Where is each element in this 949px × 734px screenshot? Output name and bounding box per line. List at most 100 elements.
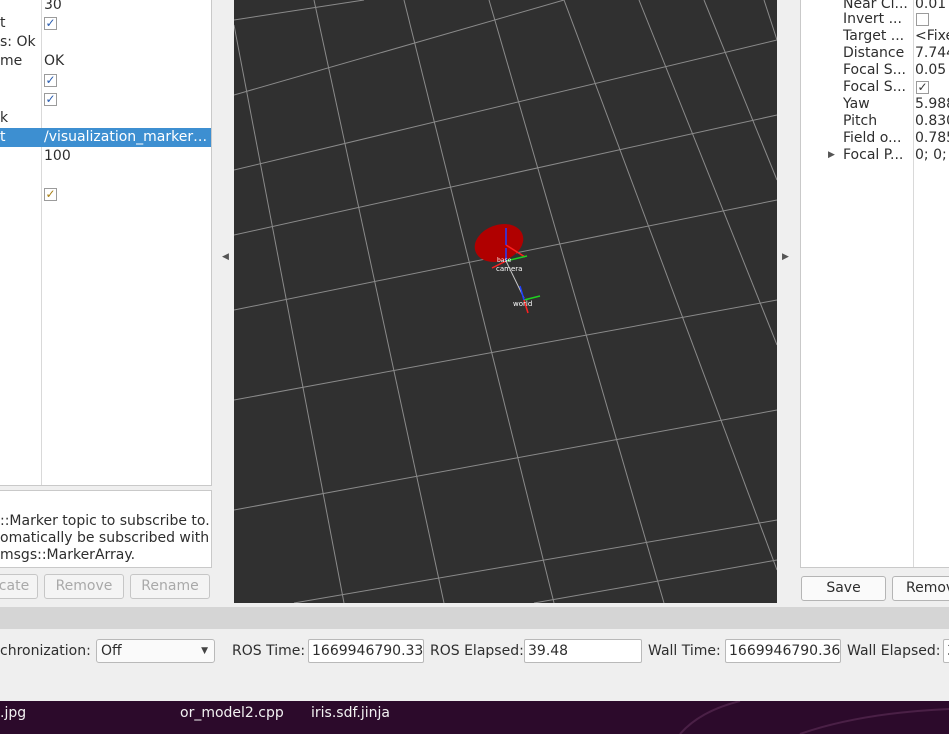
desktop-background: .jpg or_model2.cpp iris.sdf.jinja xyxy=(0,701,949,734)
property-key: Invert ... xyxy=(843,11,902,27)
view-property-row[interactable]: Distance 7.744 xyxy=(801,45,949,62)
property-key: Pitch xyxy=(843,113,878,129)
display-tree-row[interactable]: 100 xyxy=(0,147,211,166)
display-row-value[interactable]: 30 xyxy=(44,0,62,15)
display-checkbox[interactable]: ✓ xyxy=(44,74,57,87)
view-property-row[interactable]: ▶ Focal P... 0; 0; 0 xyxy=(801,147,949,164)
display-tree-row[interactable] xyxy=(0,166,211,185)
display-checkbox[interactable]: ✓ xyxy=(44,93,57,106)
view-properties: Near Cl...0.01Invert ...Target ...<FixeD… xyxy=(800,0,949,568)
property-checkbox[interactable] xyxy=(916,13,929,26)
view-property-row[interactable]: Focal S... 0.05 xyxy=(801,62,949,79)
display-row-value[interactable]: /visualization_marker… xyxy=(44,128,207,147)
display-tree-row[interactable]: k xyxy=(0,109,211,128)
view-property-row[interactable]: Pitch 0.830 xyxy=(801,113,949,130)
display-tree-row[interactable]: 30 xyxy=(0,0,211,15)
display-row-key: t xyxy=(0,129,6,145)
wall-time-field[interactable]: 1669946790.36 xyxy=(725,639,841,663)
frame-label-camera: camera xyxy=(496,265,522,273)
description-line: ::Marker topic to subscribe to. xyxy=(0,513,210,529)
duplicate-button[interactable]: cate xyxy=(0,574,38,599)
display-row-key: me xyxy=(0,53,23,69)
grid-line xyxy=(234,24,345,603)
display-row-key: s: Ok xyxy=(0,34,36,50)
property-value[interactable]: 0; 0; 0 xyxy=(915,147,949,164)
display-tree-row[interactable]: s: Ok xyxy=(0,33,211,52)
view-property-row[interactable]: Target ... <Fixe xyxy=(801,28,949,45)
remove-display-button[interactable]: Remove xyxy=(44,574,124,599)
display-tree-row[interactable]: t ✓ xyxy=(0,14,211,33)
ros-time-field[interactable]: 1669946790.33 xyxy=(308,639,424,663)
display-row-value[interactable]: 100 xyxy=(44,147,71,166)
collapse-left-icon[interactable]: ◀ xyxy=(222,252,229,262)
grid-line xyxy=(234,299,777,401)
display-tree-row[interactable]: ✓ xyxy=(0,71,211,90)
bottom-splitter[interactable] xyxy=(0,607,949,629)
property-key: Focal P... xyxy=(843,147,904,163)
property-key: Target ... xyxy=(843,28,905,44)
display-tree-row[interactable]: me OK xyxy=(0,52,211,71)
wall-elapsed-label: Wall Elapsed: xyxy=(847,643,941,659)
scene-canvas[interactable]: base camera world xyxy=(234,0,777,603)
property-value[interactable]: 0.830 xyxy=(915,113,949,130)
save-view-button[interactable]: Save xyxy=(801,576,886,601)
remove-view-button[interactable]: Remov xyxy=(892,576,949,601)
collapse-right-icon[interactable]: ▶ xyxy=(782,252,789,262)
grid-line xyxy=(533,559,777,603)
display-row-key: t xyxy=(0,15,6,31)
property-key: Focal S... xyxy=(843,62,906,78)
property-key: Yaw xyxy=(843,96,870,112)
sync-mode-select[interactable]: Off ▼ xyxy=(96,639,215,663)
display-tree-row[interactable]: t/visualization_marker… xyxy=(0,128,211,147)
sync-mode-value: Off xyxy=(101,643,122,659)
view-property-row[interactable]: Invert ... xyxy=(801,11,949,28)
displays-tree: 30 t ✓ s: Ok me OK ✓ ✓ k t/visualization_marker… 1… xyxy=(0,0,212,486)
ros-elapsed-field[interactable]: 39.48 xyxy=(524,639,642,663)
left-splitter[interactable]: ◀ xyxy=(219,0,229,605)
property-key: Field o... xyxy=(843,130,902,146)
time-panel: chronization: Off ▼ ROS Time: 1669946790… xyxy=(0,629,949,701)
frame-label-base: base xyxy=(497,257,512,264)
property-value[interactable]: 5.988 xyxy=(915,96,949,113)
grid-line xyxy=(234,0,365,21)
display-checkbox[interactable]: ✓ xyxy=(44,17,57,30)
ros-elapsed-label: ROS Elapsed: xyxy=(430,643,524,659)
property-value[interactable]: <Fixe xyxy=(915,28,949,45)
rename-display-button[interactable]: Rename xyxy=(130,574,210,599)
sync-label: chronization: xyxy=(0,643,91,659)
ground-grid xyxy=(234,0,777,603)
view-property-row[interactable]: Focal S... ✓ xyxy=(801,79,949,96)
displays-panel: 30 t ✓ s: Ok me OK ✓ ✓ k t/visualization_marker… 1… xyxy=(0,0,213,607)
display-checkbox[interactable]: ✓ xyxy=(44,188,57,201)
views-panel: Near Cl...0.01Invert ...Target ...<FixeD… xyxy=(793,0,949,607)
property-checkbox[interactable]: ✓ xyxy=(916,81,929,94)
grid-line xyxy=(234,0,565,96)
property-value[interactable]: 0.05 xyxy=(915,62,946,79)
wall-elapsed-field[interactable]: 3 xyxy=(943,639,949,663)
description-line: omatically be subscribed with xyxy=(0,530,210,546)
desktop-wallpaper-curves xyxy=(679,701,949,734)
desktop-file-3[interactable]: iris.sdf.jinja xyxy=(311,705,390,721)
grid-line xyxy=(638,0,777,346)
display-row-key: k xyxy=(0,110,9,126)
display-row-value[interactable]: OK xyxy=(44,52,64,71)
display-description: ::Marker topic to subscribe to. omatical… xyxy=(0,490,212,568)
grid-line xyxy=(703,0,777,181)
property-key: Distance xyxy=(843,45,905,61)
3d-render-view[interactable]: base camera world xyxy=(234,0,777,603)
display-tree-row[interactable]: ✓ xyxy=(0,185,211,204)
property-value[interactable]: 0.785 xyxy=(915,130,949,147)
display-tree-row[interactable]: ✓ xyxy=(0,90,211,109)
description-line: msgs::MarkerArray. xyxy=(0,547,136,563)
view-property-row[interactable]: Field o... 0.785 xyxy=(801,130,949,147)
grid-line xyxy=(563,0,777,571)
property-value[interactable]: 7.744 xyxy=(915,45,949,62)
desktop-file-1[interactable]: .jpg xyxy=(0,705,26,721)
view-property-row[interactable]: Yaw 5.988 xyxy=(801,96,949,113)
desktop-file-2[interactable]: or_model2.cpp xyxy=(180,705,284,721)
property-key: Focal S... xyxy=(843,79,906,95)
frame-label-world: world xyxy=(513,300,532,308)
expand-arrow-icon[interactable]: ▶ xyxy=(828,147,835,164)
ros-time-label: ROS Time: xyxy=(232,643,306,659)
right-splitter[interactable]: ▶ xyxy=(779,0,789,605)
